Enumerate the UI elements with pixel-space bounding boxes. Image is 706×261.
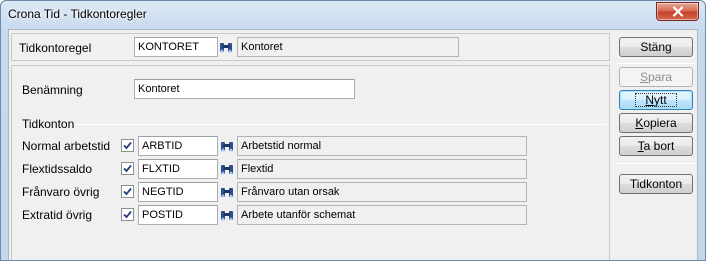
- close-dialog-button-label: Stäng: [640, 40, 672, 54]
- desc-display-negtid: Frånvaro utan orsak: [237, 182, 527, 202]
- checkmark-icon: [123, 187, 132, 196]
- close-button[interactable]: [656, 2, 699, 21]
- code-field-postid[interactable]: POSTID: [138, 205, 218, 225]
- row-label-franvaro-ovrig: Frånvaro övrig: [22, 185, 100, 199]
- new-button[interactable]: Nytt: [619, 90, 693, 110]
- app-window: Crona Tid - Tidkontoregler Tidkontoregel…: [0, 0, 706, 261]
- dialog-body: Tidkontoregel KONTORET Kontoret Benämnin…: [8, 29, 698, 260]
- code-field-arbtid[interactable]: ARBTID: [138, 136, 218, 156]
- save-button-label: Spara: [639, 70, 673, 84]
- button-separator: [617, 163, 695, 164]
- new-button-label: Nytt: [635, 93, 677, 107]
- delete-button[interactable]: Ta bort: [619, 136, 693, 156]
- tidkonton-button-label: Tidkonton: [629, 177, 683, 191]
- benamning-label: Benämning: [22, 83, 83, 97]
- close-icon: [672, 6, 684, 17]
- rule-code-field[interactable]: KONTORET: [134, 37, 218, 57]
- checkbox-franvaro-ovrig[interactable]: [121, 185, 134, 198]
- rule-header-panel: Tidkontoregel KONTORET Kontoret: [11, 33, 610, 61]
- checkmark-icon: [123, 164, 132, 173]
- delete-button-label: Ta bort: [637, 139, 675, 153]
- tidkonton-group-label: Tidkonton: [22, 117, 75, 131]
- binoculars-icon[interactable]: [219, 184, 235, 200]
- benamning-input[interactable]: Kontoret: [134, 79, 355, 99]
- checkmark-icon: [123, 210, 132, 219]
- copy-button-label: Kopiera: [635, 116, 677, 130]
- code-field-flxtid[interactable]: FLXTID: [138, 159, 218, 179]
- checkbox-flextidssaldo[interactable]: [121, 162, 134, 175]
- checkmark-icon: [123, 141, 132, 150]
- window-title: Crona Tid - Tidkontoregler: [8, 7, 147, 21]
- binoculars-icon[interactable]: [219, 207, 235, 223]
- checkbox-normal-arbetstid[interactable]: [121, 139, 134, 152]
- desc-display-arbtid: Arbetstid normal: [237, 136, 527, 156]
- rule-name-display: Kontoret: [237, 37, 459, 57]
- row-label-normal-arbetstid: Normal arbetstid: [22, 139, 111, 153]
- binoculars-icon[interactable]: [218, 39, 234, 55]
- save-button[interactable]: Spara: [619, 67, 693, 87]
- row-label-extratid-ovrig: Extratid övrig: [22, 208, 93, 222]
- binoculars-icon[interactable]: [219, 138, 235, 154]
- code-field-negtid[interactable]: NEGTID: [138, 182, 218, 202]
- checkbox-extratid-ovrig[interactable]: [121, 208, 134, 221]
- title-bar[interactable]: Crona Tid - Tidkontoregler: [1, 1, 705, 29]
- button-separator: [617, 63, 695, 64]
- group-divider: [76, 124, 606, 125]
- copy-button[interactable]: Kopiera: [619, 113, 693, 133]
- rule-details-panel: Benämning Kontoret Tidkonton Normal arbe…: [11, 65, 610, 260]
- row-label-flextidssaldo: Flextidssaldo: [22, 162, 93, 176]
- binoculars-icon[interactable]: [219, 161, 235, 177]
- close-dialog-button[interactable]: Stäng: [619, 37, 693, 57]
- rule-label: Tidkontoregel: [19, 41, 92, 55]
- tidkonton-button[interactable]: Tidkonton: [619, 174, 693, 194]
- desc-display-postid: Arbete utanför schemat: [237, 205, 527, 225]
- desc-display-flxtid: Flextid: [237, 159, 527, 179]
